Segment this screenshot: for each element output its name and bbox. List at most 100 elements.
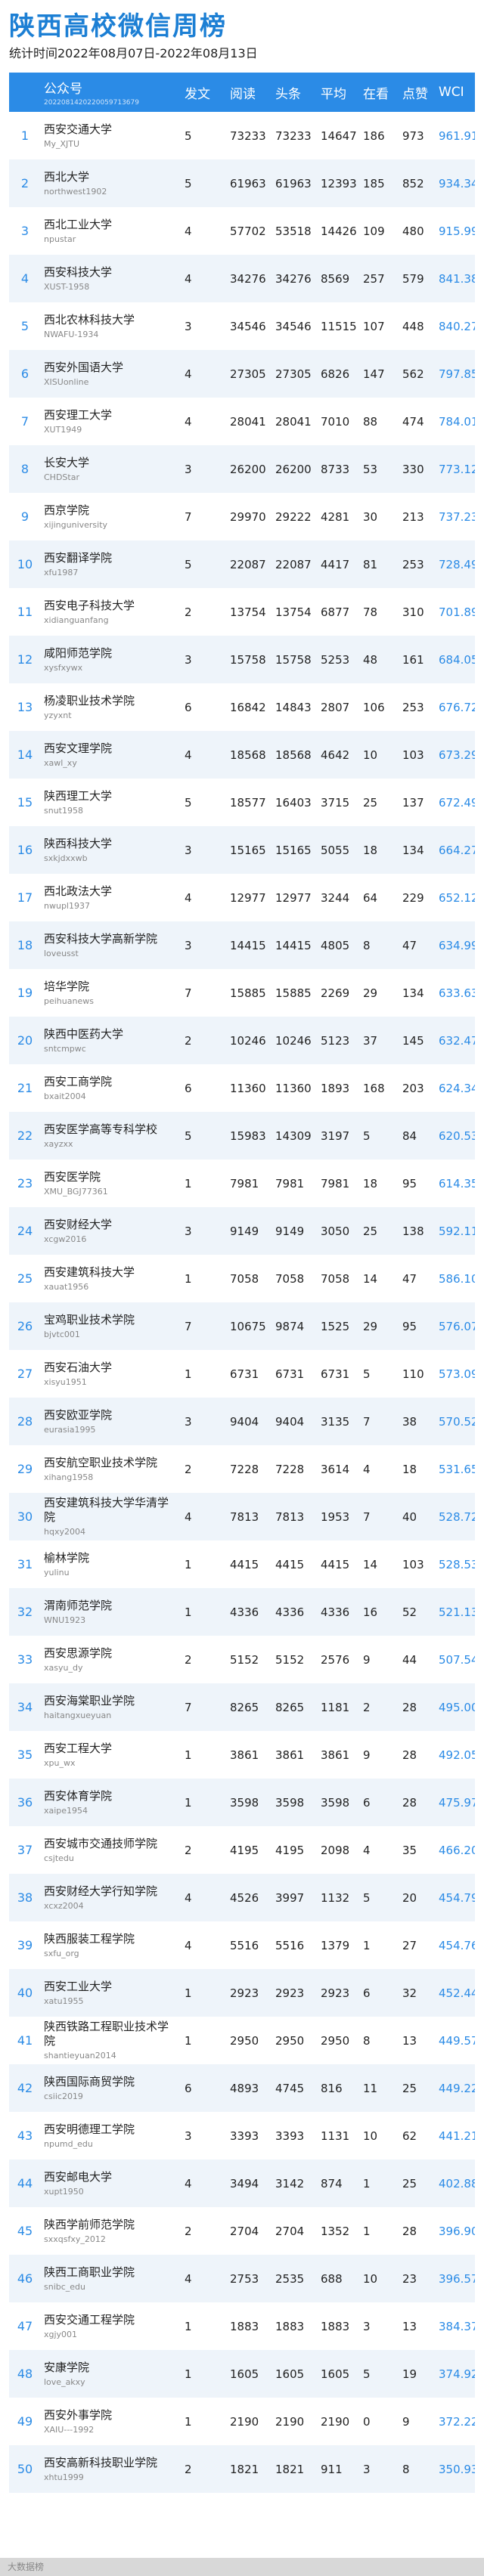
table-row[interactable]: 21 西安工商学院 bxait2004 6 11360 11360 1893 168 203 62… — [9, 1064, 475, 1112]
table-row[interactable]: 30 西安建筑科技大学华清学院 hqxy2004 4 7813 7813 1953 7 40 52… — [9, 1493, 475, 1540]
account-cell[interactable]: 西安工商学院 bxait2004 — [41, 1064, 182, 1112]
table-row[interactable]: 33 西安思源学院 xasyu_dy 2 5152 5152 2576 9 44 507.54 — [9, 1636, 475, 1683]
table-row[interactable]: 49 西安外事学院 XAIU---1992 1 2190 2190 2190 0 9 372.22 — [9, 2398, 475, 2445]
table-row[interactable]: 50 西安高新科技职业学院 xhtu1999 2 1821 1821 911 3 8 350.93 — [9, 2445, 475, 2493]
account-name[interactable]: 培华学院 — [44, 980, 178, 994]
account-name[interactable]: 西安科技大学高新学院 — [44, 932, 178, 946]
account-name[interactable]: 宝鸡职业技术学院 — [44, 1313, 178, 1327]
account-name[interactable]: 陕西工商职业学院 — [44, 2265, 178, 2280]
account-cell[interactable]: 西安交通大学 My_XJTU — [41, 112, 182, 159]
table-row[interactable]: 17 西北政法大学 nwupl1937 4 12977 12977 3244 64 229 652… — [9, 874, 475, 921]
account-cell[interactable]: 西安外事学院 XAIU---1992 — [41, 2398, 182, 2445]
account-name[interactable]: 西安工业大学 — [44, 1980, 178, 1994]
account-name[interactable]: 西安城市交通技师学院 — [44, 1837, 178, 1851]
account-cell[interactable]: 西北大学 northwest1902 — [41, 159, 182, 207]
account-name[interactable]: 陕西学前师范学院 — [44, 2218, 178, 2232]
table-row[interactable]: 27 西安石油大学 xisyu1951 1 6731 6731 6731 5 110 573.09 — [9, 1350, 475, 1398]
account-cell[interactable]: 西安财经大学行知学院 xcxz2004 — [41, 1874, 182, 1921]
table-row[interactable]: 13 杨凌职业技术学院 yzyxnt 6 16842 14843 2807 106 253 676… — [9, 683, 475, 731]
account-cell[interactable]: 咸阳师范学院 xysfxywx — [41, 636, 182, 683]
account-cell[interactable]: 西安文理学院 xawl_xy — [41, 731, 182, 779]
account-name[interactable]: 西北大学 — [44, 170, 178, 184]
account-name[interactable]: 西安理工大学 — [44, 408, 178, 423]
account-cell[interactable]: 西安外国语大学 XISUonline — [41, 350, 182, 398]
account-cell[interactable]: 西安建筑科技大学华清学院 hqxy2004 — [41, 1493, 182, 1540]
table-row[interactable]: 25 西安建筑科技大学 xauat1956 1 7058 7058 7058 14 47 586.… — [9, 1255, 475, 1302]
table-row[interactable]: 7 西安理工大学 XUT1949 4 28041 28041 7010 88 474 784.01 — [9, 398, 475, 445]
reads-column-header[interactable]: 阅读 — [227, 73, 272, 112]
account-name[interactable]: 榆林学院 — [44, 1551, 178, 1565]
account-cell[interactable]: 安康学院 love_akxy — [41, 2350, 182, 2398]
table-row[interactable]: 2 西北大学 northwest1902 5 61963 61963 12393 185 852… — [9, 159, 475, 207]
account-name[interactable]: 西安交通大学 — [44, 122, 178, 137]
account-cell[interactable]: 西安医学高等专科学校 xayzxx — [41, 1112, 182, 1160]
account-name[interactable]: 西安体育学院 — [44, 1789, 178, 1804]
table-row[interactable]: 11 西安电子科技大学 xidianguanfang 2 13754 13754 6877 7… — [9, 588, 475, 636]
account-cell[interactable]: 西安财经大学 xcgw2016 — [41, 1207, 182, 1255]
account-name[interactable]: 咸阳师范学院 — [44, 646, 178, 661]
table-row[interactable]: 37 西安城市交通技师学院 csjtedu 2 4195 4195 2098 4 35 466.2… — [9, 1826, 475, 1874]
account-cell[interactable]: 陕西工商职业学院 snibc_edu — [41, 2255, 182, 2302]
likes-column-header[interactable]: 点赞 — [399, 73, 436, 112]
account-name[interactable]: 西京学院 — [44, 503, 178, 518]
account-cell[interactable]: 西安科技大学高新学院 loveusst — [41, 921, 182, 969]
account-name[interactable]: 西安石油大学 — [44, 1361, 178, 1375]
account-name[interactable]: 西安邮电大学 — [44, 2170, 178, 2184]
table-row[interactable]: 18 西安科技大学高新学院 loveusst 3 14415 14415 4805 8 47 63… — [9, 921, 475, 969]
account-cell[interactable]: 西安城市交通技师学院 csjtedu — [41, 1826, 182, 1874]
account-cell[interactable]: 西北政法大学 nwupl1937 — [41, 874, 182, 921]
headline-column-header[interactable]: 头条 — [272, 73, 318, 112]
account-cell[interactable]: 西安交通工程学院 xgjy001 — [41, 2302, 182, 2350]
account-cell[interactable]: 陕西服装工程学院 sxfu_org — [41, 1921, 182, 1969]
account-cell[interactable]: 西安医学院 XMU_BGJ77361 — [41, 1160, 182, 1207]
account-name[interactable]: 西北政法大学 — [44, 884, 178, 899]
account-cell[interactable]: 陕西国际商贸学院 csiic2019 — [41, 2064, 182, 2112]
account-name[interactable]: 西北农林科技大学 — [44, 313, 178, 327]
account-name[interactable]: 陕西理工大学 — [44, 789, 178, 803]
table-row[interactable]: 14 西安文理学院 xawl_xy 4 18568 18568 4642 10 103 673.2… — [9, 731, 475, 779]
account-cell[interactable]: 西安邮电大学 xupt1950 — [41, 2160, 182, 2207]
table-row[interactable]: 35 西安工程大学 xpu_wx 1 3861 3861 3861 9 28 492.05 — [9, 1731, 475, 1779]
account-name[interactable]: 西安思源学院 — [44, 1646, 178, 1661]
table-row[interactable]: 15 陕西理工大学 snut1958 5 18577 16403 3715 25 137 672.… — [9, 779, 475, 826]
table-row[interactable]: 16 陕西科技大学 sxkjdxxwb 3 15165 15165 5055 18 134 664… — [9, 826, 475, 874]
account-name[interactable]: 西安工商学院 — [44, 1075, 178, 1089]
table-row[interactable]: 43 西安明德理工学院 npumd_edu 3 3393 3393 1131 10 62 441.… — [9, 2112, 475, 2160]
account-name[interactable]: 西安科技大学 — [44, 265, 178, 280]
table-row[interactable]: 8 长安大学 CHDStar 3 26200 26200 8733 53 330 773.12 — [9, 445, 475, 493]
account-name[interactable]: 西安文理学院 — [44, 742, 178, 756]
account-name[interactable]: 西安建筑科技大学华清学院 — [44, 1496, 178, 1525]
account-cell[interactable]: 西北工业大学 npustar — [41, 207, 182, 255]
table-row[interactable]: 34 西安海棠职业学院 haitangxueyuan 7 8265 8265 1181 2 28… — [9, 1683, 475, 1731]
account-cell[interactable]: 西安体育学院 xaipe1954 — [41, 1779, 182, 1826]
account-cell[interactable]: 渭南师范学院 WNU1923 — [41, 1588, 182, 1636]
account-name[interactable]: 西安外事学院 — [44, 2408, 178, 2423]
account-cell[interactable]: 宝鸡职业技术学院 bjvtc001 — [41, 1302, 182, 1350]
average-column-header[interactable]: 平均 — [318, 73, 360, 112]
account-cell[interactable]: 培华学院 peihuanews — [41, 969, 182, 1017]
table-row[interactable]: 29 西安航空职业技术学院 xihang1958 2 7228 7228 3614 4 18 53… — [9, 1445, 475, 1493]
account-name[interactable]: 渭南师范学院 — [44, 1599, 178, 1613]
table-row[interactable]: 40 西安工业大学 xatu1955 1 2923 2923 2923 6 32 452.44 — [9, 1969, 475, 2017]
table-row[interactable]: 20 陕西中医药大学 sntcmpwc 2 10246 10246 5123 37 145 632… — [9, 1017, 475, 1064]
account-name[interactable]: 西安医学高等专科学校 — [44, 1122, 178, 1137]
account-cell[interactable]: 西安欧亚学院 eurasia1995 — [41, 1398, 182, 1445]
table-row[interactable]: 9 西京学院 xijinguniversity 7 29970 29222 4281 30 21… — [9, 493, 475, 540]
account-cell[interactable]: 陕西中医药大学 sntcmpwc — [41, 1017, 182, 1064]
account-name[interactable]: 陕西国际商贸学院 — [44, 2075, 178, 2089]
looking-column-header[interactable]: 在看 — [360, 73, 399, 112]
account-name[interactable]: 西安医学院 — [44, 1170, 178, 1184]
account-name[interactable]: 陕西科技大学 — [44, 837, 178, 851]
account-cell[interactable]: 长安大学 CHDStar — [41, 445, 182, 493]
account-cell[interactable]: 西安航空职业技术学院 xihang1958 — [41, 1445, 182, 1493]
table-row[interactable]: 48 安康学院 love_akxy 1 1605 1605 1605 5 19 374.92 — [9, 2350, 475, 2398]
table-row[interactable]: 28 西安欧亚学院 eurasia1995 3 9404 9404 3135 7 38 570.5… — [9, 1398, 475, 1445]
account-cell[interactable]: 陕西理工大学 snut1958 — [41, 779, 182, 826]
account-cell[interactable]: 杨凌职业技术学院 yzyxnt — [41, 683, 182, 731]
account-name[interactable]: 安康学院 — [44, 2361, 178, 2375]
account-name[interactable]: 西安高新科技职业学院 — [44, 2456, 178, 2470]
table-row[interactable]: 5 西北农林科技大学 NWAFU-1934 3 34546 34546 11515 107 44… — [9, 302, 475, 350]
table-row[interactable]: 45 陕西学前师范学院 sxxqsfxy_2012 2 2704 2704 1352 1 28 3… — [9, 2207, 475, 2255]
account-cell[interactable]: 西安建筑科技大学 xauat1956 — [41, 1255, 182, 1302]
account-name[interactable]: 西安欧亚学院 — [44, 1408, 178, 1423]
